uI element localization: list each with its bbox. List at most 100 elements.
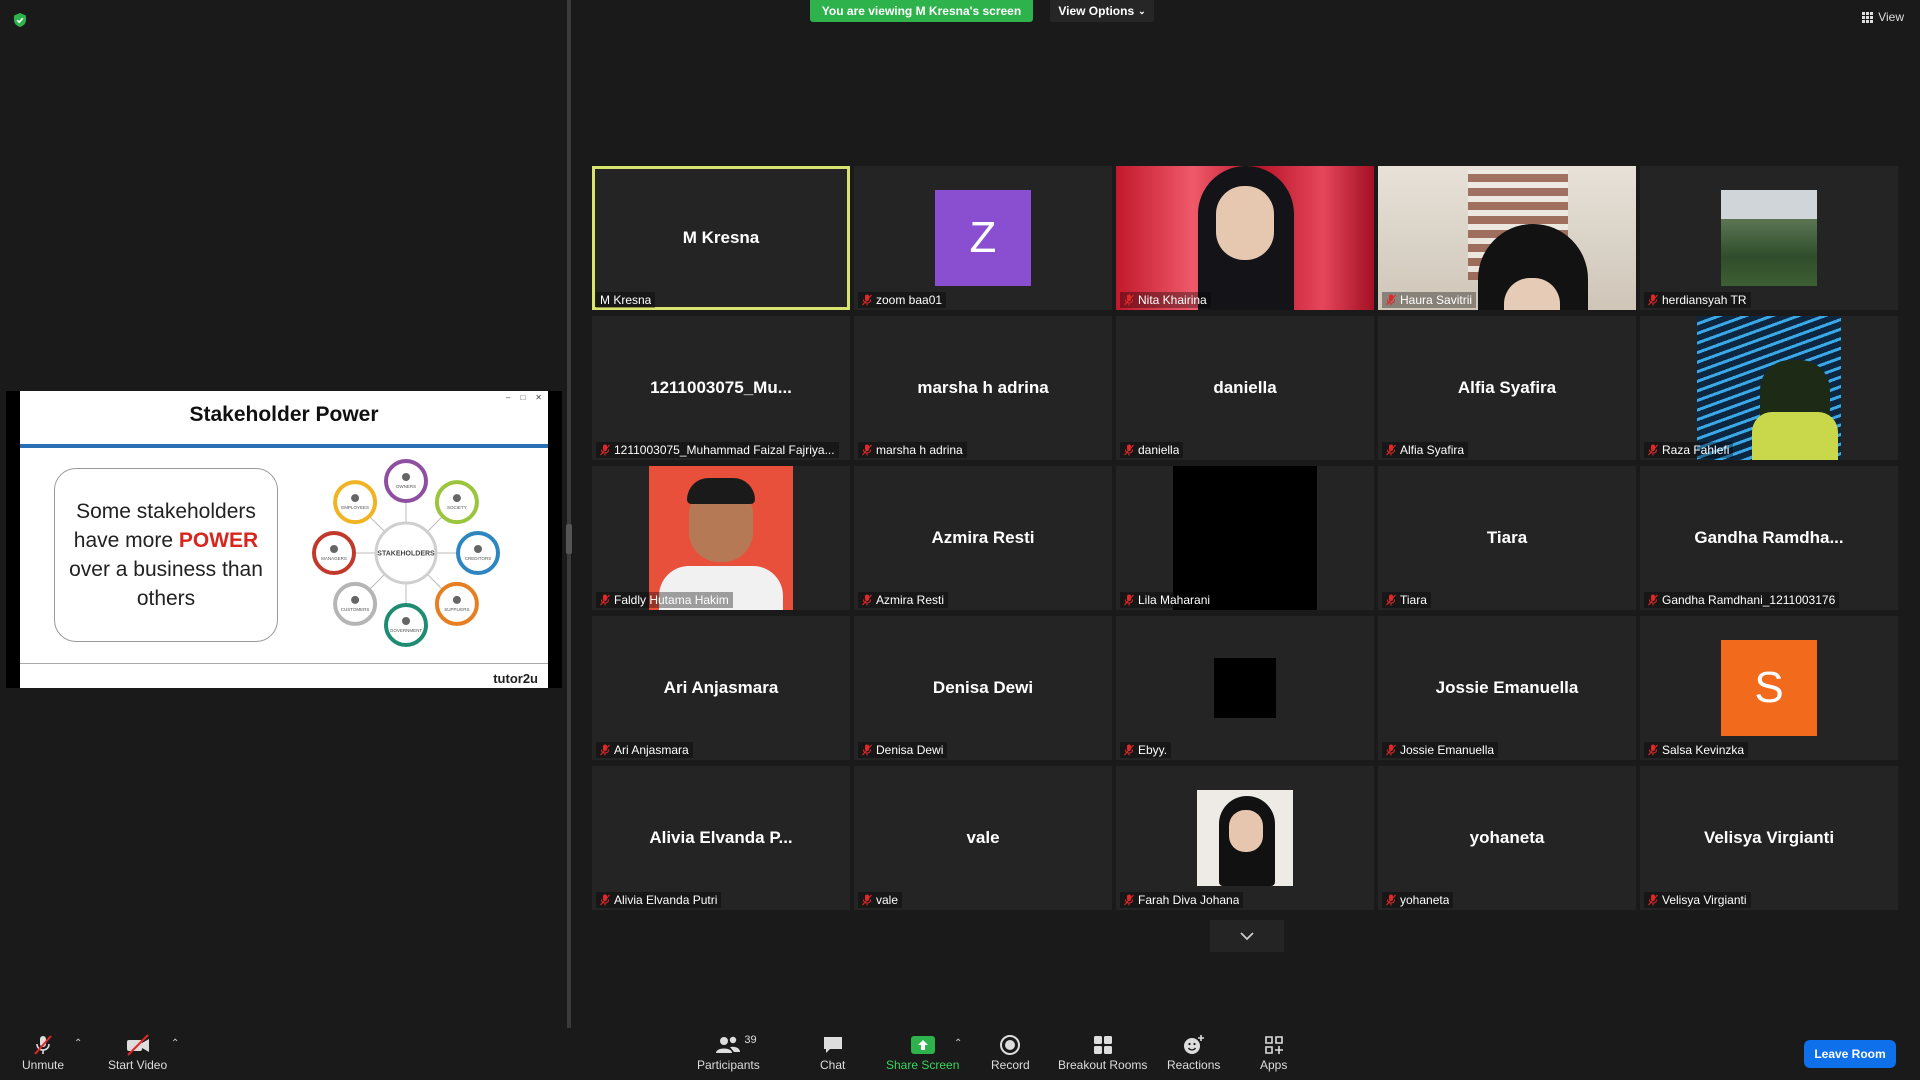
participants-icon: [716, 1036, 741, 1053]
muted-mic-icon: [862, 744, 872, 756]
participant-tile[interactable]: Farah Diva Johana: [1116, 766, 1374, 910]
participant-display-name: Gandha Ramdha...: [1694, 528, 1844, 547]
participant-name-label: Haura Savitrii: [1382, 292, 1477, 308]
shared-screen: – □ ✕ Stakeholder Power Some stakeholder…: [6, 391, 562, 688]
participant-name: 1211003075_Muhammad Faizal Fajriya...: [614, 443, 835, 457]
participant-display-name: Azmira Resti: [931, 528, 1035, 547]
participant-display-name: Tiara: [1486, 528, 1528, 547]
stakeholder-node-icon: [351, 494, 360, 503]
chat-button[interactable]: Chat: [820, 1032, 845, 1072]
view-label: View: [1878, 10, 1904, 24]
participant-tile[interactable]: yohaneta yohaneta: [1378, 766, 1636, 910]
muted-mic-icon: [600, 744, 610, 756]
record-button[interactable]: Record: [991, 1032, 1030, 1072]
security-shield-icon[interactable]: [12, 12, 28, 28]
start-video-label: Start Video: [108, 1058, 168, 1072]
muted-mic-icon: [1124, 894, 1134, 906]
participant-name: Denisa Dewi: [876, 743, 944, 757]
participant-tile[interactable]: Ebyy.: [1116, 616, 1374, 760]
leave-room-button[interactable]: Leave Room: [1804, 1040, 1896, 1068]
muted-mic-icon: [1386, 294, 1396, 306]
participant-tile[interactable]: marsha h adrina marsha h adrina: [854, 316, 1112, 460]
muted-mic-icon: [1648, 594, 1658, 606]
muted-mic-icon: [1124, 744, 1134, 756]
muted-mic-icon: [1124, 444, 1134, 456]
share-screen-button[interactable]: Share Screen: [886, 1032, 959, 1072]
participant-tile[interactable]: Jossie Emanuella Jossie Emanuella: [1378, 616, 1636, 760]
participant-tile[interactable]: S Salsa Kevinzka: [1640, 616, 1898, 760]
participant-name: Azmira Resti: [876, 593, 945, 607]
participant-tile[interactable]: Ari Anjasmara Ari Anjasmara: [592, 616, 850, 760]
participant-tile[interactable]: Alivia Elvanda P... Alivia Elvanda Putri: [592, 766, 850, 910]
stakeholder-node-label: SUPPLIERS: [444, 607, 469, 612]
participant-tile[interactable]: Raza Fahlefi: [1640, 316, 1898, 460]
participant-name-label: 1211003075_Muhammad Faizal Fajriya...: [596, 442, 839, 458]
stakeholder-node-icon: [330, 545, 338, 553]
participant-tile[interactable]: vale vale: [854, 766, 1112, 910]
start-video-button[interactable]: Start Video: [108, 1032, 167, 1072]
share-options-caret[interactable]: ⌃: [954, 1038, 962, 1049]
chat-icon: [823, 1037, 842, 1053]
viewing-screen-banner: You are viewing M Kresna's screen: [810, 0, 1033, 22]
breakout-rooms-label: Breakout Rooms: [1058, 1058, 1148, 1072]
grid-view-icon: [1862, 11, 1874, 23]
stakeholder-node-icon: [452, 595, 461, 604]
chat-label: Chat: [820, 1058, 846, 1072]
participant-tile[interactable]: M Kresna M Kresna: [592, 166, 850, 310]
participant-tile[interactable]: Lila Maharani: [1116, 466, 1374, 610]
participant-name: yohaneta: [1400, 893, 1450, 907]
apps-button[interactable]: Apps: [1260, 1032, 1287, 1072]
participant-tile[interactable]: Faldly Hutama Hakim: [592, 466, 850, 610]
participant-tile[interactable]: daniella daniella: [1116, 316, 1374, 460]
participant-tile[interactable]: 1211003075_Mu... 1211003075_Muhammad Faiz…: [592, 316, 850, 460]
record-icon: [1000, 1035, 1021, 1055]
stakeholders-center-label: STAKEHOLDERS: [377, 551, 435, 558]
record-label: Record: [991, 1058, 1030, 1072]
participant-tile[interactable]: Gandha Ramdha... Gandha Ramdhani_12110031…: [1640, 466, 1898, 610]
breakout-rooms-button[interactable]: Breakout Rooms: [1058, 1032, 1147, 1072]
split-divider[interactable]: [567, 0, 571, 1028]
participant-name: Lila Maharani: [1138, 593, 1211, 607]
audio-options-caret[interactable]: ⌃: [74, 1038, 82, 1049]
participant-tile[interactable]: Tiara Tiara: [1378, 466, 1636, 610]
participant-name: Ebyy.: [1138, 743, 1168, 757]
participant-name-label: vale: [858, 892, 903, 908]
participant-display-name: vale: [966, 828, 1000, 847]
participant-avatar: S: [1721, 640, 1817, 736]
reactions-icon: [1183, 1035, 1204, 1054]
share-screen-icon: [910, 1036, 935, 1054]
view-options-button[interactable]: View Options ⌄: [1050, 0, 1154, 22]
video-options-caret[interactable]: ⌃: [171, 1038, 179, 1049]
participant-tile[interactable]: Denisa Dewi Denisa Dewi: [854, 616, 1112, 760]
participant-tile[interactable]: Alfia Syafira Alfia Syafira: [1378, 316, 1636, 460]
view-button[interactable]: View: [1862, 10, 1904, 24]
participant-tile[interactable]: Azmira Resti Azmira Resti: [854, 466, 1112, 610]
close-icon: ✕: [535, 393, 542, 402]
muted-mic-icon: [1648, 294, 1658, 306]
reactions-label: Reactions: [1167, 1058, 1221, 1072]
reactions-button[interactable]: Reactions: [1167, 1032, 1220, 1072]
participant-name: Alivia Elvanda Putri: [614, 893, 718, 907]
muted-mic-icon: [862, 294, 872, 306]
share-screen-label: Share Screen: [886, 1058, 960, 1072]
participant-tile[interactable]: Haura Savitrii: [1378, 166, 1636, 310]
unmute-label: Unmute: [22, 1058, 65, 1072]
divider-drag-handle[interactable]: [566, 524, 572, 554]
stakeholder-node-label: GOVERNMENT: [390, 628, 423, 633]
muted-mic-icon: [1648, 894, 1658, 906]
muted-mic-icon: [600, 444, 610, 456]
participants-button[interactable]: 39 Participants: [697, 1032, 760, 1072]
show-more-button[interactable]: [1210, 920, 1284, 952]
participant-tile[interactable]: herdiansyah TR: [1640, 166, 1898, 310]
participant-tile[interactable]: Zzoom baa01: [854, 166, 1112, 310]
participant-tile[interactable]: Nita Khairina: [1116, 166, 1374, 310]
participant-name: Alfia Syafira: [1400, 443, 1465, 457]
participant-name-label: Jossie Emanuella: [1382, 742, 1499, 758]
stakeholder-node-icon: [452, 494, 461, 503]
participant-display-name: daniella: [1213, 378, 1277, 397]
participant-tile[interactable]: Velisya Virgianti Velisya Virgianti: [1640, 766, 1898, 910]
presentation-slide: – □ ✕ Stakeholder Power Some stakeholder…: [20, 391, 548, 688]
participant-name-label: zoom baa01: [858, 292, 947, 308]
unmute-button[interactable]: Unmute: [22, 1032, 64, 1072]
participant-name-label: daniella: [1120, 442, 1184, 458]
